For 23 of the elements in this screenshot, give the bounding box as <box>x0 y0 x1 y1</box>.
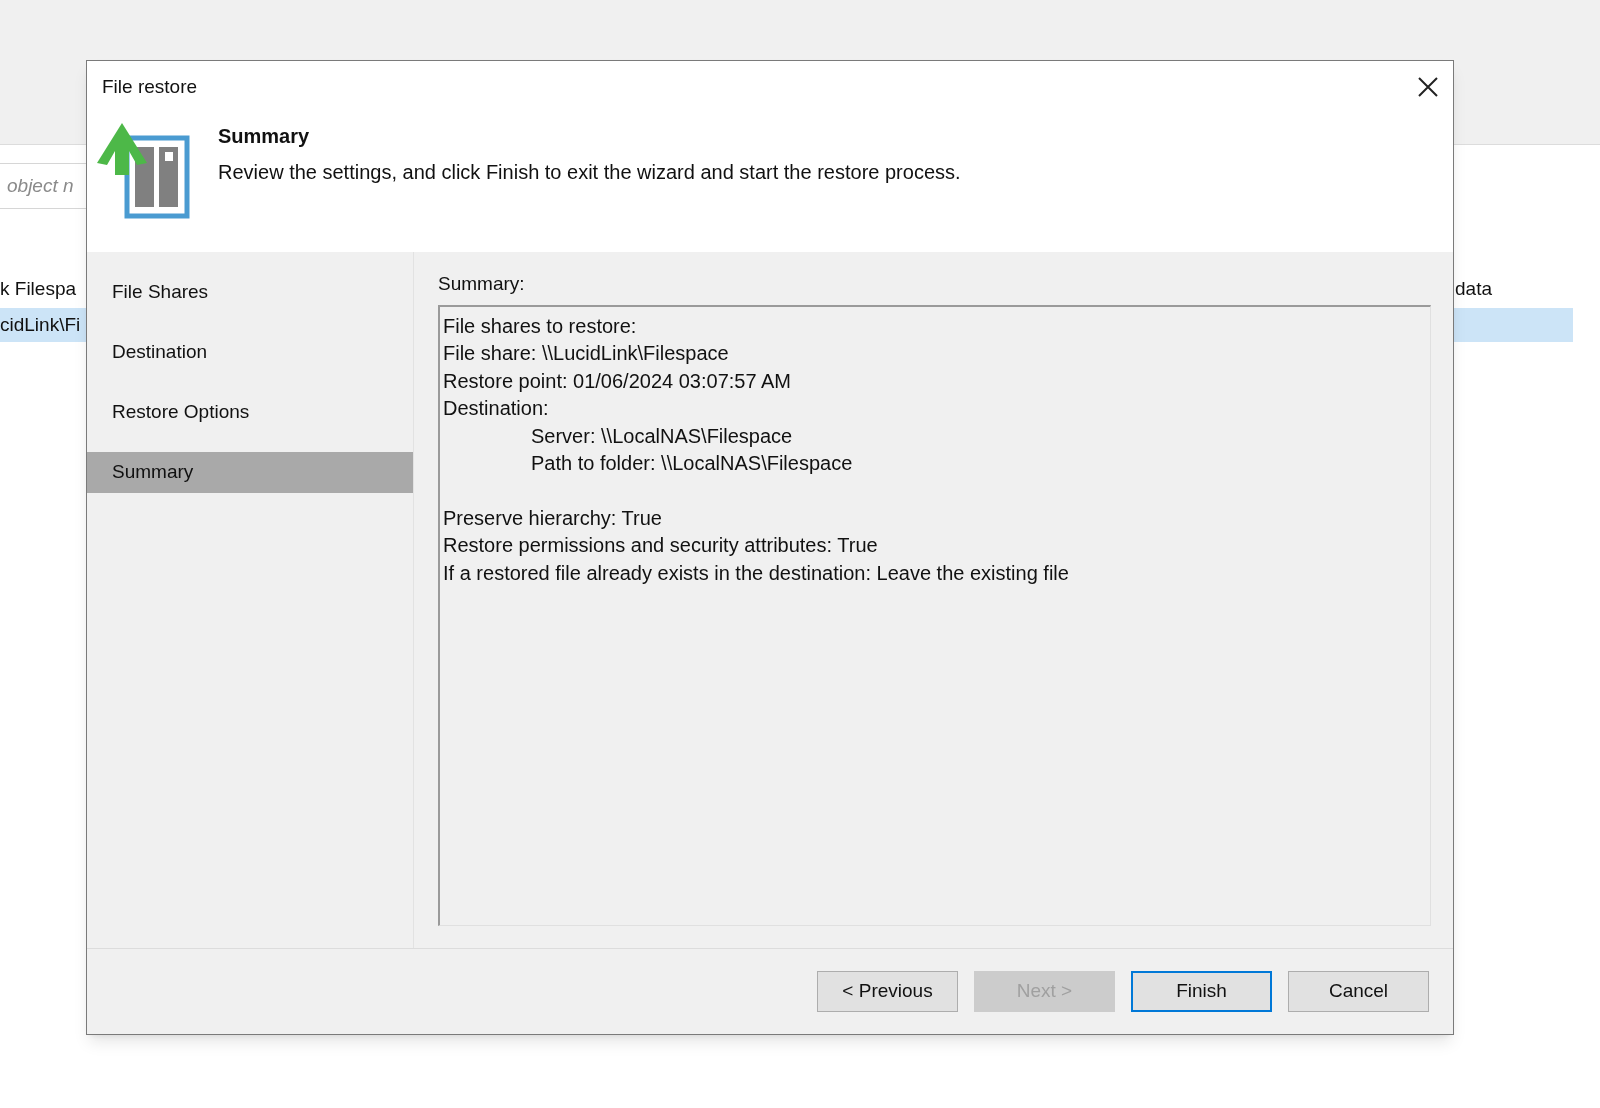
summary-line: Destination: <box>443 396 550 421</box>
summary-line: Server: \\LocalNAS\Filespace <box>530 423 794 449</box>
step-item[interactable]: File Shares <box>87 272 413 313</box>
step-item[interactable]: Summary <box>87 452 413 493</box>
summary-line: Restore permissions and security attributes: True <box>443 533 879 558</box>
summary-line: Preserve hierarchy: True <box>443 505 663 531</box>
restore-server-icon <box>97 123 193 219</box>
summary-text-box[interactable] <box>438 304 1431 926</box>
search-placeholder: object n <box>6 173 74 198</box>
summary-label: Summary: <box>438 272 526 296</box>
step-item[interactable]: Restore Options <box>87 392 413 433</box>
step-item[interactable]: Destination <box>87 332 413 373</box>
step-description: Review the settings, and click Finish to exit the wizard and start the restore process. <box>218 160 961 185</box>
step-title: Summary <box>218 124 311 149</box>
wizard-button[interactable]: Cancel <box>1288 971 1429 1012</box>
summary-line: If a restored file already exists in the destination: Leave the existing file <box>443 560 1070 586</box>
wizard-button[interactable]: < Previous <box>817 971 958 1012</box>
window-title: File restore <box>102 74 198 99</box>
summary-line: File share: \\LucidLink\Filespace <box>443 341 730 366</box>
summary-line: Path to folder: \\LocalNAS\Filespace <box>530 451 854 476</box>
wizard-button[interactable]: Finish <box>1131 971 1272 1012</box>
summary-line: Restore point: 01/06/2024 03:07:57 AM <box>443 368 793 394</box>
summary-line: File shares to restore: <box>443 313 638 339</box>
